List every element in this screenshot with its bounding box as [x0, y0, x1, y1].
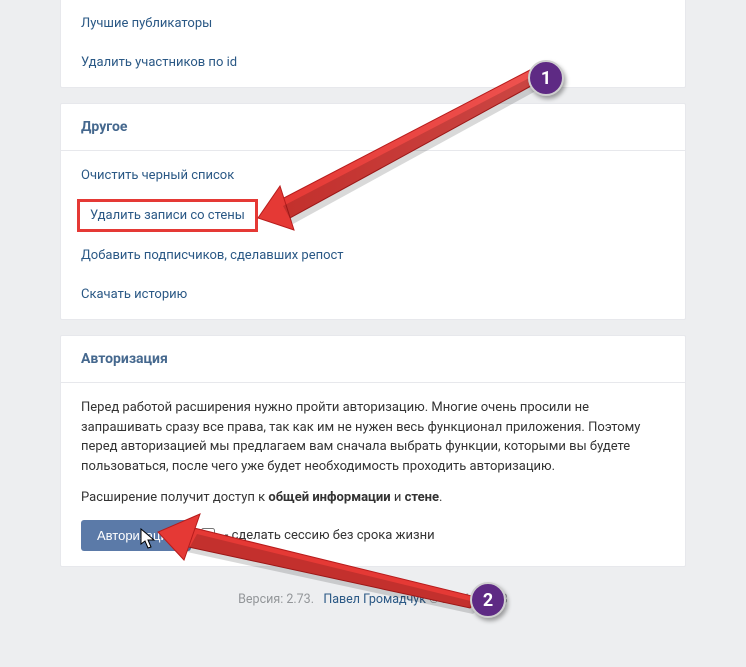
link-delete-wall-posts[interactable]: Удалить записи со стены [77, 199, 258, 232]
auth-p2-suffix: . [439, 490, 442, 505]
top-links-list: Лучшие публикаторы Удалить участников по… [61, 0, 685, 87]
other-section-card: Другое Очистить черный список Удалить за… [60, 103, 686, 320]
link-download-history[interactable]: Скачать историю [61, 275, 685, 314]
auth-paragraph-2: Расширение получит доступ к общей информ… [81, 488, 665, 508]
footer: Версия: 2.73. Павел Громадчук © 2016 - 2… [60, 582, 686, 627]
footer-copyright: © 2016 - 2018 [426, 592, 508, 607]
auth-p2-prefix: Расширение получит доступ к [81, 490, 268, 505]
session-lifetime-checkbox[interactable] [201, 528, 215, 542]
top-links-card: Лучшие публикаторы Удалить участников по… [60, 0, 686, 88]
auth-body: Перед работой расширения нужно пройти ав… [61, 383, 685, 566]
footer-author-link[interactable]: Павел Громадчук [323, 592, 426, 607]
auth-controls-row: Авторизация - сделать сессию без срока ж… [81, 520, 665, 551]
footer-version: 2.73. [286, 592, 314, 607]
auth-p2-bold2: стене [405, 490, 439, 505]
link-add-repost-subscribers[interactable]: Добавить подписчиков, сделавших репост [61, 236, 685, 275]
other-section-title: Другое [61, 104, 685, 151]
footer-version-prefix: Версия: [238, 592, 286, 607]
link-delete-members-by-id[interactable]: Удалить участников по id [61, 43, 685, 82]
other-links-list: Очистить черный список Удалить записи со… [61, 151, 685, 319]
session-lifetime-label: - сделать сессию без срока жизни [225, 528, 435, 543]
auth-p2-mid: и [391, 490, 405, 505]
auth-paragraph-1: Перед работой расширения нужно пройти ав… [81, 398, 665, 476]
auth-p2-bold1: общей информации [268, 490, 390, 505]
auth-section-card: Авторизация Перед работой расширения нуж… [60, 335, 686, 567]
link-best-publishers[interactable]: Лучшие публикаторы [61, 4, 685, 43]
auth-section-title: Авторизация [61, 336, 685, 383]
link-clear-blacklist[interactable]: Очистить черный список [61, 156, 685, 195]
authorize-button[interactable]: Авторизация [81, 520, 191, 551]
